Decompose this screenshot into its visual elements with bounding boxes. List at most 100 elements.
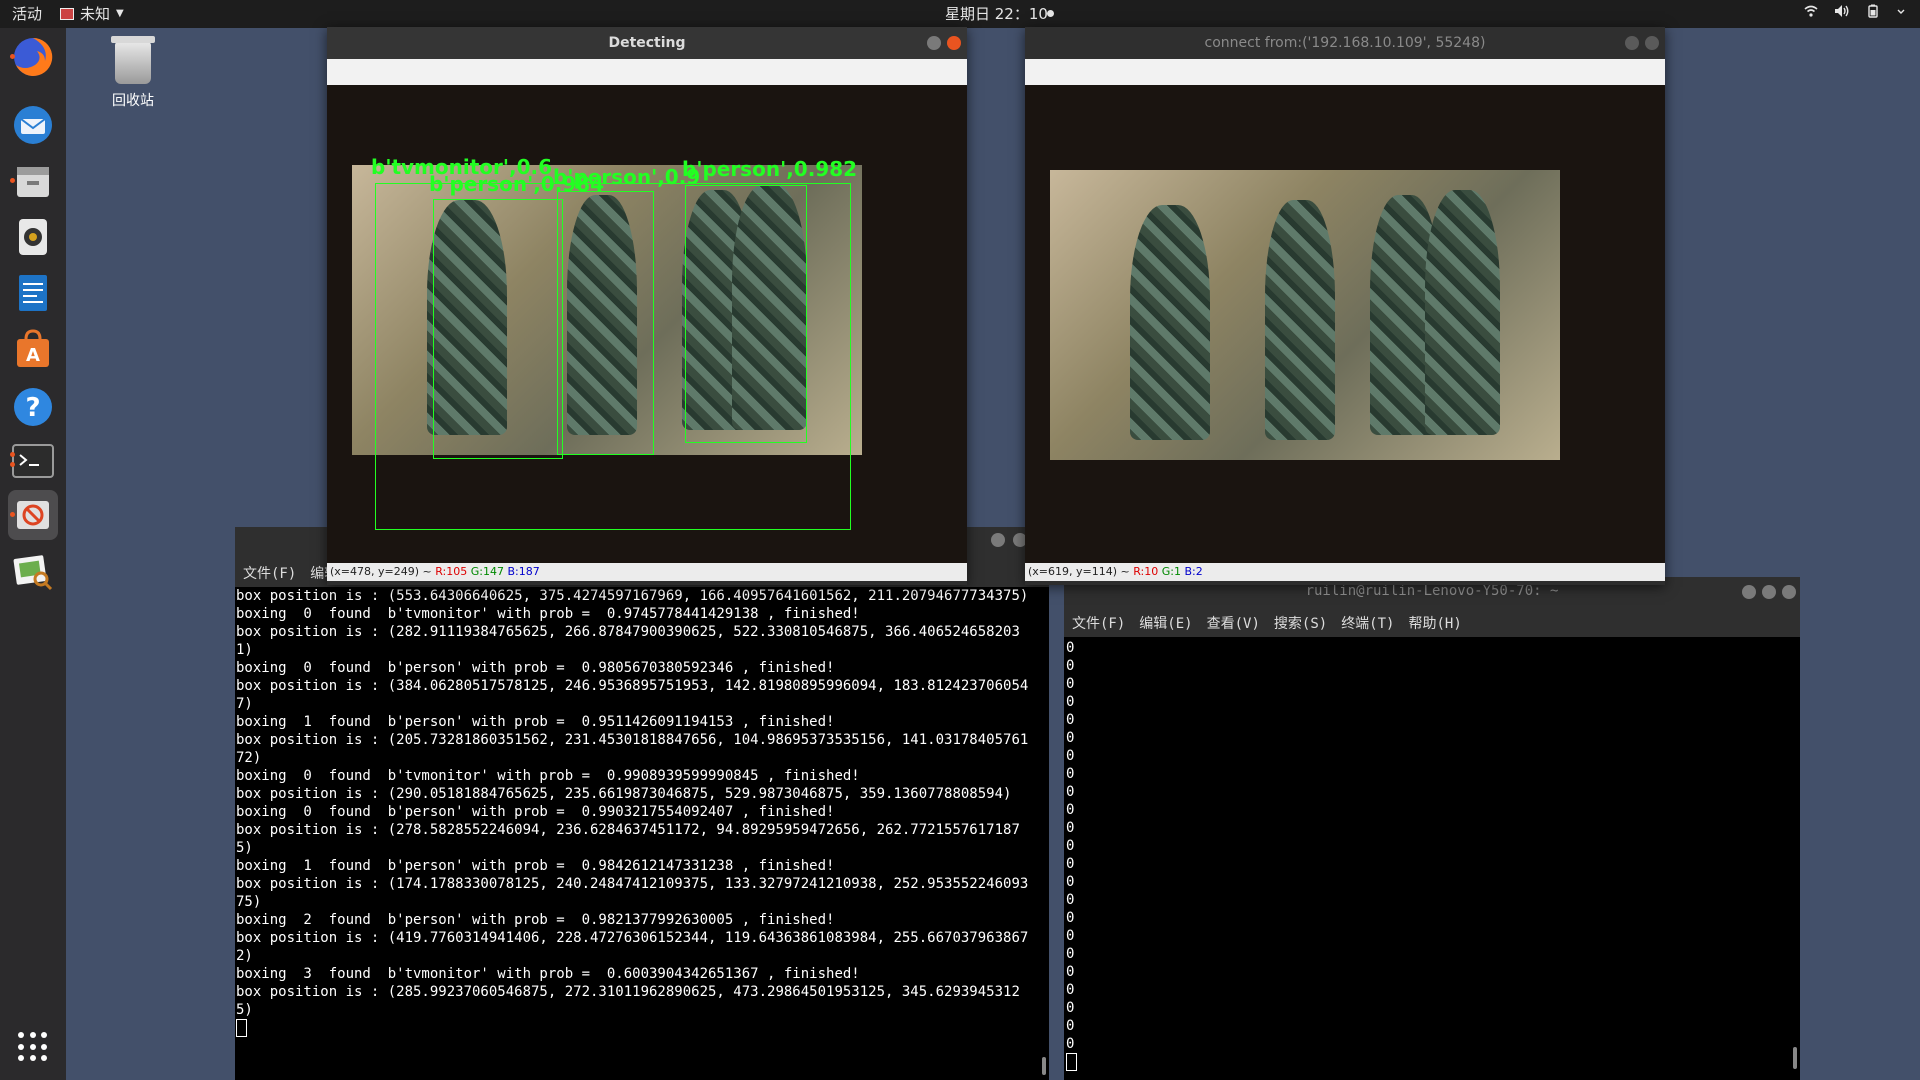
terminal-line: boxing 3 found b'tvmonitor' with prob = … [236, 966, 860, 982]
terminal-line: 0 [1066, 784, 1075, 800]
terminal-line: 0 [1066, 748, 1075, 764]
running-indicator [10, 452, 15, 457]
terminal-line: 0 [1066, 838, 1075, 854]
terminal-line: box position is : (205.73281860351562, 2… [236, 732, 1029, 766]
terminal-output[interactable]: 0 0 0 0 0 0 0 0 0 0 0 0 0 0 0 0 0 0 0 0 0 0 0 [1066, 639, 1786, 1080]
menu-file[interactable]: 文件(F) [243, 561, 296, 587]
clock[interactable]: 星期日 22：10 [945, 0, 1048, 28]
maximize-icon[interactable] [1762, 585, 1776, 599]
terminal-line: 0 [1066, 658, 1075, 674]
minimize-icon[interactable] [1625, 36, 1639, 50]
terminal-line: 0 [1066, 640, 1075, 656]
status-blue: B:2 [1184, 565, 1203, 578]
minimize-icon[interactable] [927, 36, 941, 50]
menu-terminal[interactable]: 终端(T) [1341, 611, 1394, 637]
terminal-line: boxing 0 found b'person' with prob = 0.9… [236, 660, 835, 676]
system-tray[interactable] [1804, 0, 1906, 28]
running-indicator [10, 54, 15, 59]
dock-item-help[interactable]: ? [8, 382, 58, 432]
pixel-statusbar: (x=478, y=249) ~ R:105 G:147 B:187 [327, 563, 967, 581]
app-grid-icon[interactable] [18, 1032, 48, 1062]
terminal-line: 0 [1066, 946, 1075, 962]
terminal-window-left[interactable]: 文件(F) 编辑 box position is : (553.64306640… [235, 527, 1049, 1080]
dock-item-image-viewer[interactable] [8, 546, 58, 596]
detection-label: b'person',0.982 [682, 157, 858, 181]
top-panel: 活动 未知 ▼ 星期日 22：10 [0, 0, 1920, 28]
menu-view[interactable]: 查看(V) [1207, 611, 1260, 637]
detection-image[interactable]: b'tvmonitor',0.6 b'person',0.984 b'perso… [327, 85, 967, 563]
terminal-scrollbar[interactable] [1793, 1047, 1797, 1069]
terminal-line: 0 [1066, 802, 1075, 818]
soldier [1265, 200, 1335, 440]
dock-item-rhythmbox[interactable] [8, 212, 58, 262]
window-titlebar[interactable]: Detecting [327, 27, 967, 59]
dock-item-files[interactable] [8, 156, 58, 206]
terminal-line: boxing 1 found b'person' with prob = 0.9… [236, 714, 835, 730]
terminal-line: 0 [1066, 1018, 1075, 1034]
terminal-line: box position is : (384.06280517578125, 2… [236, 678, 1029, 712]
battery-icon[interactable] [1866, 0, 1880, 28]
status-green: G:1 [1161, 565, 1181, 578]
window-titlebar[interactable]: connect from:('192.168.10.109', 55248) [1025, 27, 1665, 59]
menu-file[interactable]: 文件(F) [1072, 611, 1125, 637]
dock-item-terminal[interactable] [8, 436, 58, 486]
dock-item-blocked-app[interactable] [8, 490, 58, 540]
status-red: R:105 [435, 565, 468, 578]
dock-item-thunderbird[interactable] [8, 100, 58, 150]
close-icon[interactable] [1645, 36, 1659, 50]
activities-button[interactable]: 活动 [12, 0, 42, 28]
help-icon: ? [14, 388, 52, 426]
menu-edit[interactable]: 编辑(E) [1139, 611, 1192, 637]
terminal-line: 0 [1066, 964, 1075, 980]
menu-search[interactable]: 搜索(S) [1274, 611, 1327, 637]
thunderbird-icon [14, 106, 52, 144]
writer-icon [19, 275, 47, 311]
status-coords: (x=619, y=114) ~ [1028, 565, 1134, 578]
window-toolbar [1025, 59, 1665, 85]
terminal-line: 0 [1066, 694, 1075, 710]
close-icon[interactable] [1782, 585, 1796, 599]
terminal-cursor [1066, 1053, 1077, 1071]
status-green: G:147 [470, 565, 504, 578]
terminal-scrollbar[interactable] [1042, 1057, 1046, 1075]
power-menu-icon[interactable] [1896, 0, 1906, 28]
trash-icon [111, 36, 155, 84]
minimize-icon[interactable] [1742, 585, 1756, 599]
terminal-line: box position is : (553.64306640625, 375.… [236, 588, 1029, 604]
files-icon [17, 167, 49, 197]
app-menu[interactable]: 未知 ▼ [60, 0, 124, 28]
terminal-line: box position is : (290.05181884765625, 2… [236, 786, 1012, 802]
dock-item-software[interactable]: A [8, 324, 58, 374]
detecting-window[interactable]: Detecting b'tvmonitor',0.6 b'person',0.9… [327, 27, 967, 585]
connect-window[interactable]: connect from:('192.168.10.109', 55248) (… [1025, 27, 1665, 585]
terminal-line: 0 [1066, 820, 1075, 836]
camera-image[interactable] [1025, 85, 1665, 563]
terminal-line: box position is : (285.99237060546875, 2… [236, 984, 1020, 1018]
dock-item-writer[interactable] [8, 268, 58, 318]
terminal-line: 0 [1066, 730, 1075, 746]
terminal-window-right[interactable]: ruilin@ruilin-Lenovo-Y50-70: ~ 文件(F) 编辑(… [1064, 577, 1800, 1080]
terminal-menubar: 文件(F) 编辑(E) 查看(V) 搜索(S) 终端(T) 帮助(H) [1064, 611, 1800, 637]
bounding-box [557, 191, 654, 455]
dock: A ? [0, 28, 66, 1080]
wifi-icon[interactable] [1804, 0, 1818, 28]
trash-label: 回收站 [112, 93, 154, 109]
terminal-line: box position is : (278.5828552246094, 23… [236, 822, 1020, 856]
running-indicator [10, 178, 15, 183]
menu-help[interactable]: 帮助(H) [1408, 611, 1461, 637]
soldier [1130, 205, 1210, 440]
close-icon[interactable] [947, 36, 961, 50]
desktop-trash[interactable]: 回收站 [102, 36, 164, 110]
volume-icon[interactable] [1834, 0, 1850, 28]
terminal-line: box position is : (282.91119384765625, 2… [236, 624, 1020, 658]
firefox-icon [14, 37, 53, 76]
status-red: R:10 [1133, 565, 1159, 578]
dock-item-firefox[interactable] [8, 32, 58, 82]
terminal-line: 0 [1066, 856, 1075, 872]
terminal-line: 0 [1066, 676, 1075, 692]
minimize-icon[interactable] [991, 533, 1005, 547]
window-title: Detecting [608, 35, 686, 51]
pixel-statusbar: (x=619, y=114) ~ R:10 G:1 B:2 [1025, 563, 1665, 581]
svg-text:?: ? [25, 393, 40, 423]
terminal-output[interactable]: box position is : (553.64306640625, 375.… [236, 587, 1035, 1080]
